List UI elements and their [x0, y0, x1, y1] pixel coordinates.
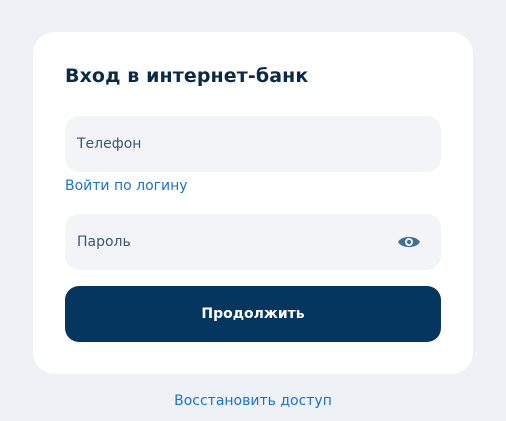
page-title: Вход в интернет-банк [65, 65, 309, 87]
password-input[interactable] [77, 214, 377, 270]
login-by-username-link[interactable]: Войти по логину [65, 178, 188, 194]
phone-input[interactable] [77, 116, 377, 172]
phone-field[interactable] [65, 116, 441, 172]
password-field[interactable] [65, 214, 441, 270]
login-card: Вход в интернет-банк Войти по логину Про… [33, 32, 473, 374]
continue-button[interactable]: Продолжить [65, 286, 441, 342]
restore-access-link[interactable]: Восстановить доступ [0, 393, 506, 409]
eye-icon[interactable] [397, 232, 421, 252]
